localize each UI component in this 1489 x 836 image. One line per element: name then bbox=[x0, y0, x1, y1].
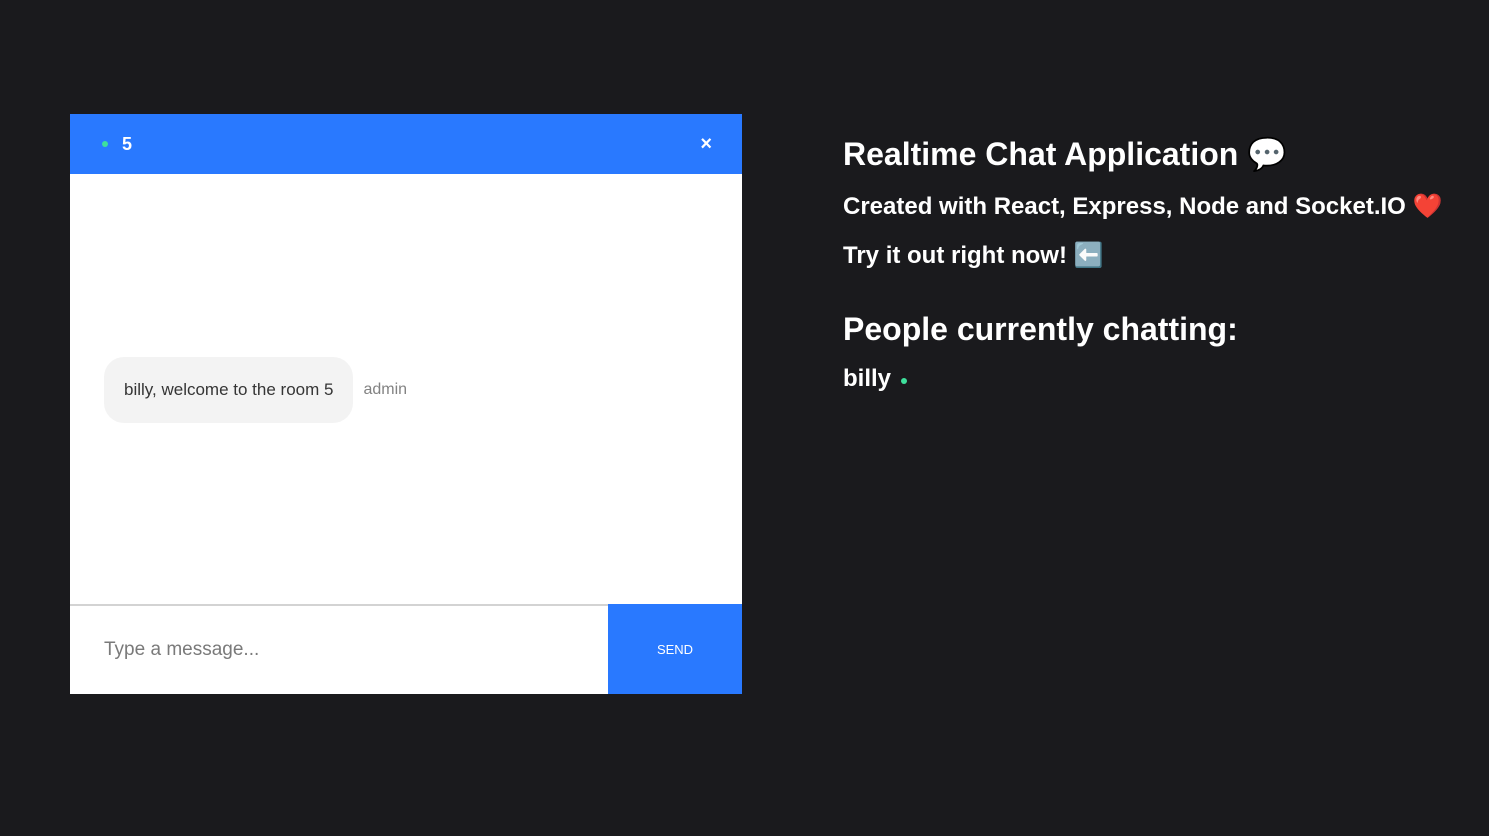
online-dot-icon bbox=[102, 141, 108, 147]
send-button[interactable]: SEND bbox=[608, 604, 742, 694]
user-name: billy bbox=[843, 365, 892, 392]
app-title: Realtime Chat Application 💬 bbox=[843, 134, 1442, 174]
online-dot-icon bbox=[901, 378, 908, 384]
app-subtitle: Created with React, Express, Node and So… bbox=[843, 191, 1442, 222]
left-arrow-icon: ⬅️ bbox=[1073, 241, 1104, 269]
info-panel: Realtime Chat Application 💬 Created with… bbox=[843, 134, 1442, 393]
message-sender: admin bbox=[363, 381, 408, 398]
active-user: billy bbox=[843, 365, 1442, 393]
chat-window: 5 × billy, welcome to the room 5 admin S… bbox=[70, 114, 742, 694]
messages-area[interactable]: billy, welcome to the room 5 admin bbox=[70, 174, 742, 604]
message-row: billy, welcome to the room 5 admin bbox=[104, 357, 407, 423]
people-heading: People currently chatting: bbox=[843, 311, 1238, 347]
message-text: billy, welcome to the room 5 bbox=[124, 380, 334, 399]
call-to-action: Try it out right now! ⬅️ bbox=[843, 240, 1442, 271]
app-subtitle-text: Created with React, Express, Node and So… bbox=[843, 193, 1406, 220]
message-bubble: billy, welcome to the room 5 bbox=[104, 357, 354, 423]
room-info: 5 bbox=[102, 134, 132, 155]
app-title-text: Realtime Chat Application bbox=[843, 136, 1239, 172]
chat-header: 5 × bbox=[70, 114, 742, 174]
message-input[interactable] bbox=[70, 606, 608, 694]
room-name: 5 bbox=[122, 133, 133, 154]
heart-icon: ❤️ bbox=[1412, 192, 1443, 220]
close-icon[interactable]: × bbox=[700, 134, 712, 154]
speech-bubble-icon: 💬 bbox=[1247, 135, 1288, 173]
message-form: SEND bbox=[70, 604, 742, 694]
call-to-action-text: Try it out right now! bbox=[843, 242, 1067, 269]
